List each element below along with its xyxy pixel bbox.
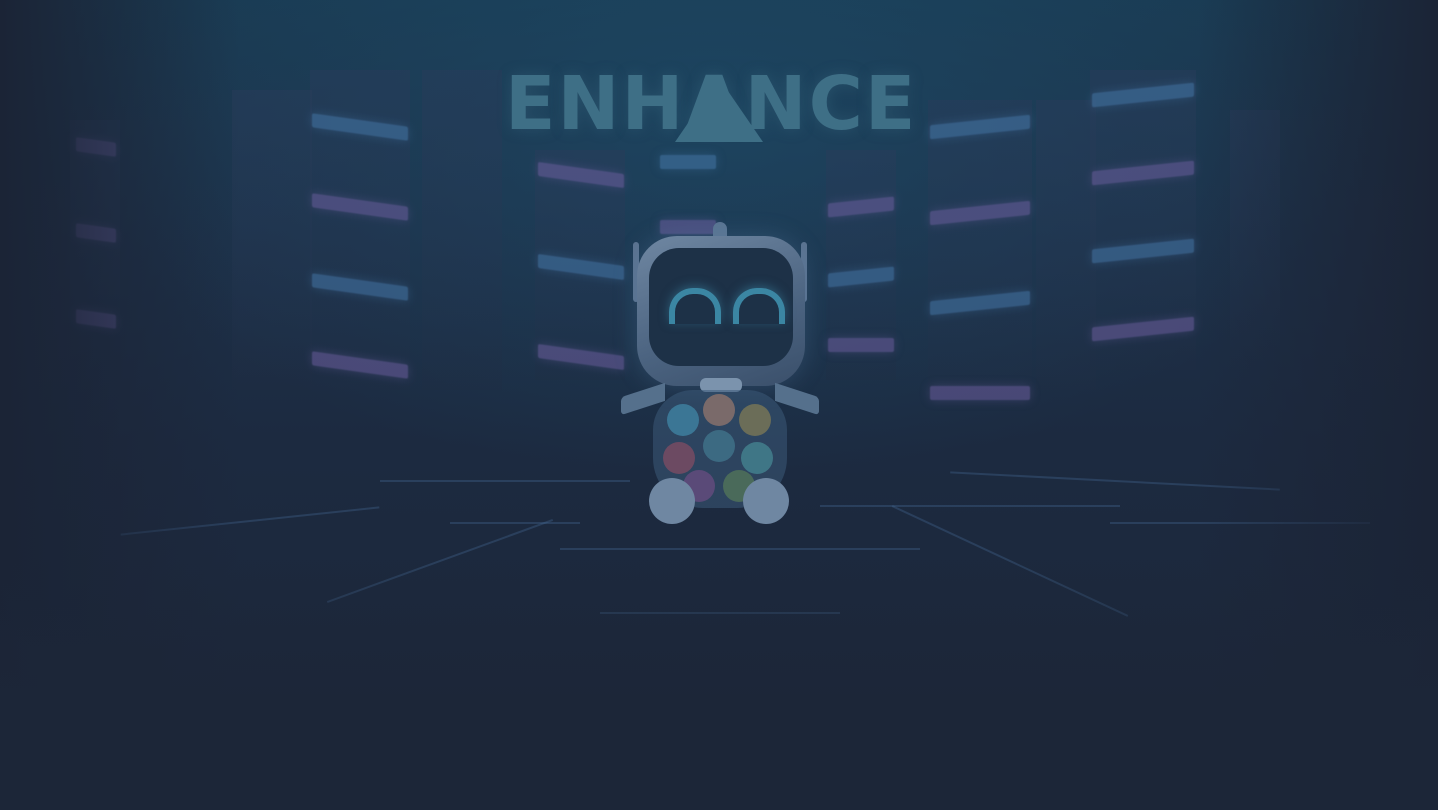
glow-bar (930, 386, 1030, 400)
game-orb-icon (703, 394, 735, 426)
glow-bar (660, 155, 716, 169)
game-orb-icon (703, 430, 735, 462)
floor-circuit-line (380, 480, 630, 482)
enhance-logo-triangle-icon (675, 78, 763, 142)
game-orb-icon (739, 404, 771, 436)
floor-circuit-line (560, 548, 920, 550)
robot-mascot-icon (615, 222, 825, 532)
robot-eye (733, 288, 785, 324)
game-orb-icon (667, 404, 699, 436)
background-pillar (232, 90, 312, 390)
glow-bar (828, 338, 894, 352)
background-pillar (1036, 100, 1096, 390)
robot-foot (649, 478, 695, 524)
robot-face-screen (649, 248, 793, 366)
loading-screen-background: ENHANCE (0, 0, 1438, 810)
floor-circuit-line (450, 522, 580, 524)
robot-foot (743, 478, 789, 524)
background-pillar (928, 100, 1032, 400)
game-orb-icon (741, 442, 773, 474)
background-pillar (422, 70, 502, 390)
robot-head (637, 236, 805, 386)
bottom-fade (0, 560, 1438, 810)
floor-circuit-line (820, 505, 1120, 507)
robot-eye (669, 288, 721, 324)
game-orb-icon (663, 442, 695, 474)
